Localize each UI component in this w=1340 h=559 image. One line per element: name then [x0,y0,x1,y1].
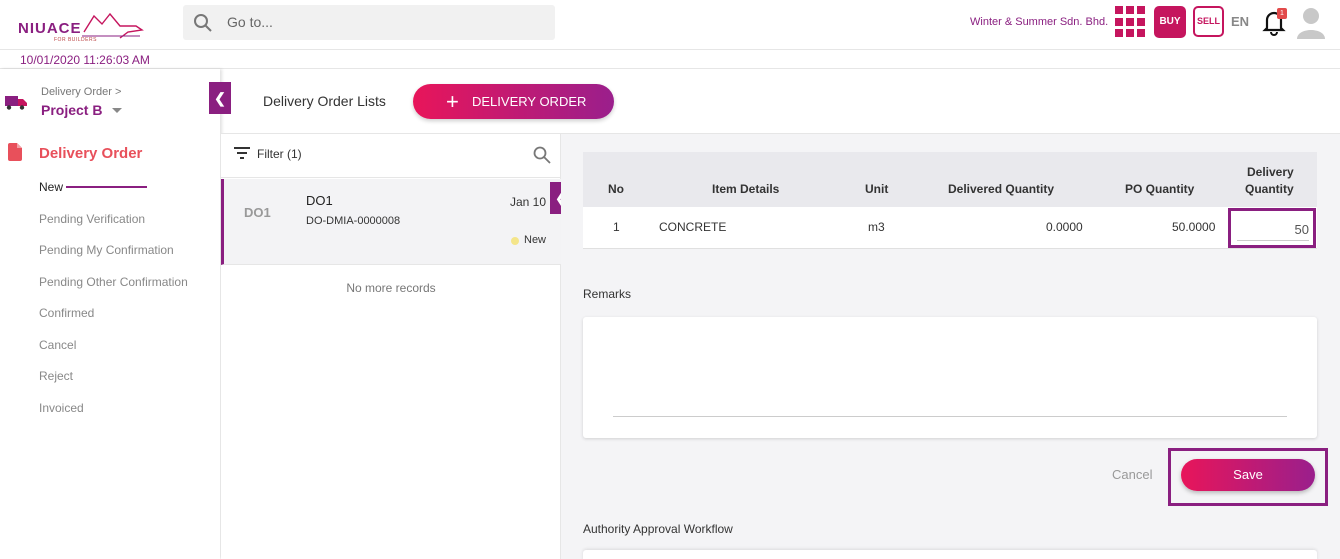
cell-po-quantity: 50.0000 [1172,220,1216,234]
truck-icon [5,96,27,110]
add-delivery-order-button[interactable]: + DELIVERY ORDER [413,84,614,119]
status-badge: New [524,234,547,246]
buy-button[interactable]: BUY [1154,6,1186,38]
search-icon[interactable] [533,146,551,164]
logo-wordmark: NIUACE [18,20,82,37]
col-delivery-quantity-line2: Quantity [1245,182,1294,196]
status-dot-icon [511,237,519,245]
col-unit: Unit [865,182,889,196]
remarks-label: Remarks [583,287,632,301]
page-title: Delivery Order Lists [263,93,386,109]
current-datetime: 10/01/2020 11:26:03 AM [20,53,150,67]
sidebar-item-pending-verification[interactable]: Pending Verification [39,204,219,236]
items-table-header: No Item Details Unit Delivered Quantity … [583,152,1317,207]
delivery-quantity-highlight [1228,208,1316,248]
sidebar-item-pending-other-confirmation[interactable]: Pending Other Confirmation [39,267,219,299]
user-avatar-icon [1297,8,1325,39]
notification-badge: 1 [1277,8,1287,19]
sidebar-item-pending-my-confirmation[interactable]: Pending My Confirmation [39,235,219,267]
cell-item: CONCRETE [659,220,727,234]
record-title: DO1 [306,193,333,208]
menu-delivery-order[interactable]: Delivery Order [39,145,142,162]
filter-icon[interactable] [233,146,251,160]
logo-mark-icon [82,12,144,39]
search-icon [194,14,212,32]
sidebar: Delivery Order > Project B ❮ Delivery Or… [0,69,231,559]
sell-button[interactable]: SELL [1193,6,1224,37]
remarks-card [583,317,1317,438]
record-code: DO1 [244,205,271,220]
filter-bar: Filter (1) [221,134,561,178]
sidebar-collapse-button[interactable]: ❮ [209,82,231,114]
notification-bell[interactable]: 1 [1262,8,1288,36]
record-date: Jan 10 [510,195,547,209]
sidebar-item-cancel[interactable]: Cancel [39,330,219,362]
authority-approval-label: Authority Approval Workflow [583,522,733,536]
table-row: 1 CONCRETE m3 0.0000 50.0000 [583,207,1317,249]
col-no: No [608,182,624,196]
search-input[interactable] [227,12,537,32]
global-search[interactable] [183,5,555,40]
chevron-down-icon[interactable] [112,108,122,113]
plus-icon: + [446,89,459,114]
col-po-quantity: PO Quantity [1125,182,1195,196]
record-number: DO-DMIA-0000008 [306,215,401,227]
col-delivery-quantity-line1: Delivery [1247,165,1294,179]
niuace-logo[interactable]: NIUACE FOR BUILDERS [18,8,144,43]
language-selector[interactable]: EN [1231,14,1249,29]
cancel-button[interactable]: Cancel [1112,467,1152,482]
top-bar: NIUACE FOR BUILDERS Winter & Summer Sdn.… [0,0,1340,50]
no-more-records: No more records [346,281,436,295]
document-icon [8,143,22,161]
company-name[interactable]: Winter & Summer Sdn. Bhd. [970,16,1108,28]
delivery-order-list: Filter (1) DO1 DO1 DO-DMIA-0000008 Jan 1… [221,133,561,559]
sidebar-item-confirmed[interactable]: Confirmed [39,298,219,330]
cell-delivered-quantity: 0.0000 [1046,220,1083,234]
authority-approval-card [583,550,1317,559]
save-button[interactable]: Save [1181,459,1315,491]
remarks-input[interactable] [613,337,1287,417]
filter-button[interactable]: Filter (1) [257,147,302,161]
sidebar-item-new[interactable]: New [39,172,219,204]
delivery-quantity-input[interactable] [1237,219,1309,241]
sidebar-item-reject[interactable]: Reject [39,361,219,393]
status-menu: New Pending Verification Pending My Conf… [39,172,219,424]
user-avatar[interactable] [1296,5,1326,39]
detail-panel: No Item Details Unit Delivered Quantity … [561,133,1340,559]
add-button-label: DELIVERY ORDER [472,94,587,109]
cell-unit: m3 [868,220,885,234]
col-item-details: Item Details [712,182,780,196]
cell-no: 1 [613,220,620,234]
sidebar-item-invoiced[interactable]: Invoiced [39,393,219,425]
list-item[interactable]: DO1 DO1 DO-DMIA-0000008 Jan 10 New [221,179,561,265]
col-delivered-quantity: Delivered Quantity [948,182,1055,196]
apps-grid-icon[interactable] [1115,6,1147,38]
breadcrumb[interactable]: Delivery Order > [41,86,121,98]
project-selector[interactable]: Project B [41,102,102,118]
